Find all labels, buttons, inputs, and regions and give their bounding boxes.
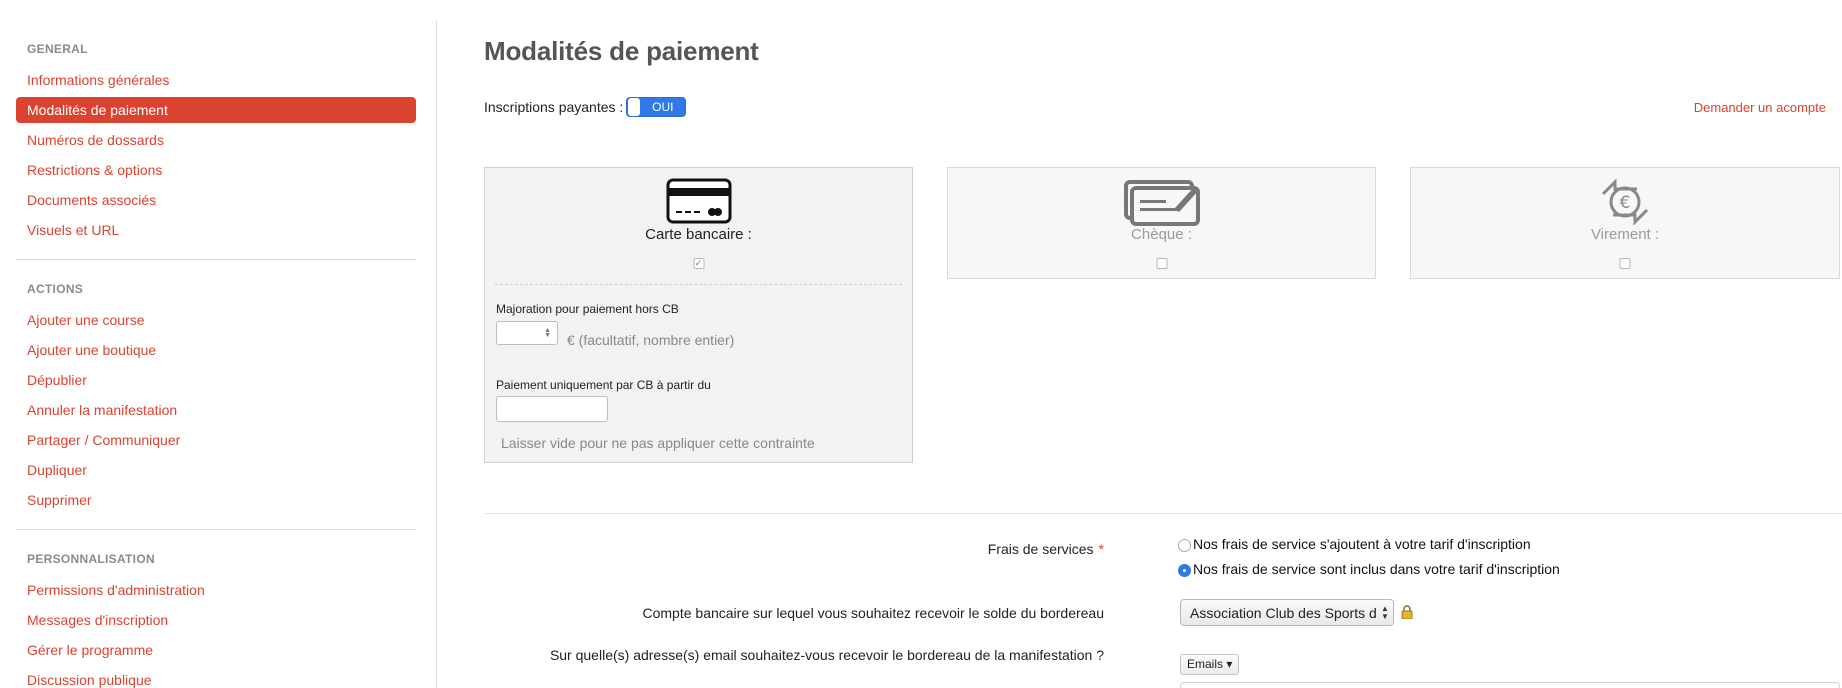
emails-button-label: Emails	[1187, 657, 1224, 671]
compte-selected-value: Association Club des Sports d	[1190, 605, 1377, 621]
sidebar: GENERAL Informations générales Modalités…	[16, 20, 416, 688]
sidebar-item-modalites-de-paiement[interactable]: Modalités de paiement	[16, 97, 416, 123]
caret-down-icon: ▾	[1226, 657, 1233, 671]
section-divider	[484, 513, 1842, 514]
inscriptions-payantes-toggle[interactable]: OUI	[626, 97, 687, 117]
credit-card-icon	[666, 178, 732, 229]
majoration-input[interactable]: ▲ ▼	[496, 321, 558, 345]
sidebar-item-dupliquer[interactable]: Dupliquer	[16, 455, 416, 485]
page-title: Modalités de paiement	[484, 36, 759, 66]
cb-only-hint: Laisser vide pour ne pas appliquer cette…	[501, 435, 815, 451]
lock-icon	[1401, 605, 1413, 620]
sidebar-item-partager-communiquer[interactable]: Partager / Communiquer	[16, 425, 416, 455]
sidebar-section-general: GENERAL Informations générales Modalités…	[16, 20, 416, 260]
sidebar-item-supprimer[interactable]: Supprimer	[16, 485, 416, 515]
inscriptions-payantes-row: Inscriptions payantes : OUI	[484, 97, 687, 117]
cheque-icon	[1123, 178, 1201, 231]
compte-label: Compte bancaire sur lequel vous souhaite…	[642, 605, 1105, 621]
payment-method-cheque: Chèque :	[947, 167, 1376, 279]
sidebar-item-informations-generales[interactable]: Informations générales	[16, 65, 416, 95]
radio-ajoutent[interactable]	[1178, 539, 1191, 552]
sidebar-section-personnalisation: PERSONNALISATION Permissions d'administr…	[16, 530, 416, 688]
frais-option-ajoutent-label: Nos frais de service s'ajoutent à votre …	[1193, 536, 1531, 552]
dashed-divider	[495, 284, 902, 285]
toggle-knob	[628, 98, 641, 116]
sidebar-item-depublier[interactable]: Dépublier	[16, 365, 416, 395]
sidebar-heading-general: GENERAL	[27, 42, 88, 56]
select-arrows-icon: ▲ ▼	[1377, 600, 1393, 625]
euro-transfer-icon: €	[1597, 178, 1653, 231]
sidebar-item-annuler-la-manifestation[interactable]: Annuler la manifestation	[16, 395, 416, 425]
sidebar-item-messages-inscription[interactable]: Messages d'inscription	[16, 605, 416, 635]
sidebar-item-numeros-de-dossards[interactable]: Numéros de dossards	[16, 125, 416, 155]
frais-option-ajoutent[interactable]: Nos frais de service s'ajoutent à votre …	[1178, 536, 1531, 552]
payment-method-label-virement: Virement :	[1590, 226, 1660, 243]
majoration-suffix: € (facultatif, nombre entier)	[567, 332, 735, 348]
demander-acompte-link[interactable]: Demander un acompte	[1694, 100, 1826, 115]
majoration-label: Majoration pour paiement hors CB	[496, 302, 679, 316]
emails-dropdown-button[interactable]: Emails ▾	[1180, 654, 1240, 675]
stepper-arrows-icon: ▲ ▼	[544, 327, 551, 339]
emails-input[interactable]	[1180, 682, 1840, 688]
sidebar-heading-actions: ACTIONS	[27, 282, 84, 296]
cb-only-date-input[interactable]	[496, 396, 608, 422]
card-checkbox[interactable]: ✓	[693, 258, 704, 269]
svg-text:€: €	[1620, 193, 1631, 213]
toggle-label: OUI	[652, 100, 674, 114]
sidebar-heading-personnalisation: PERSONNALISATION	[27, 552, 155, 566]
compte-select[interactable]: Association Club des Sports d ▲ ▼	[1180, 599, 1394, 626]
radio-inclus[interactable]	[1178, 564, 1191, 577]
sidebar-item-visuels-et-url[interactable]: Visuels et URL	[16, 215, 416, 245]
sidebar-item-ajouter-une-boutique[interactable]: Ajouter une boutique	[16, 335, 416, 365]
emails-label: Sur quelle(s) adresse(s) email souhaitez…	[549, 647, 1104, 663]
payment-method-label-cheque: Chèque :	[1131, 226, 1192, 243]
virement-checkbox[interactable]	[1619, 258, 1631, 269]
frais-label-wrap: Frais de services *	[988, 541, 1104, 557]
sidebar-section-actions: ACTIONS Ajouter une course Ajouter une b…	[16, 260, 416, 530]
frais-label: Frais de services	[987, 541, 1094, 557]
sidebar-item-restrictions-options[interactable]: Restrictions & options	[16, 155, 416, 185]
required-mark: *	[1098, 541, 1104, 557]
cheque-checkbox[interactable]	[1156, 258, 1167, 269]
sidebar-item-documents-associes[interactable]: Documents associés	[16, 185, 416, 215]
inscriptions-payantes-label: Inscriptions payantes :	[484, 99, 624, 115]
sidebar-item-ajouter-une-course[interactable]: Ajouter une course	[16, 305, 416, 335]
payment-method-card: Carte bancaire : ✓ Majoration pour paiem…	[484, 167, 913, 463]
frais-option-inclus[interactable]: Nos frais de service sont inclus dans vo…	[1178, 561, 1560, 577]
frais-option-inclus-label: Nos frais de service sont inclus dans vo…	[1193, 561, 1560, 577]
cb-only-label: Paiement uniquement par CB à partir du	[496, 378, 711, 392]
sidebar-item-discussion-publique[interactable]: Discussion publique	[16, 665, 416, 688]
sidebar-item-gerer-le-programme[interactable]: Gérer le programme	[16, 635, 416, 665]
sidebar-item-permissions[interactable]: Permissions d'administration	[16, 575, 416, 605]
sidebar-divider	[436, 20, 437, 688]
payment-method-label-card: Carte bancaire :	[645, 226, 752, 243]
payment-method-virement: € Virement :	[1410, 167, 1840, 279]
